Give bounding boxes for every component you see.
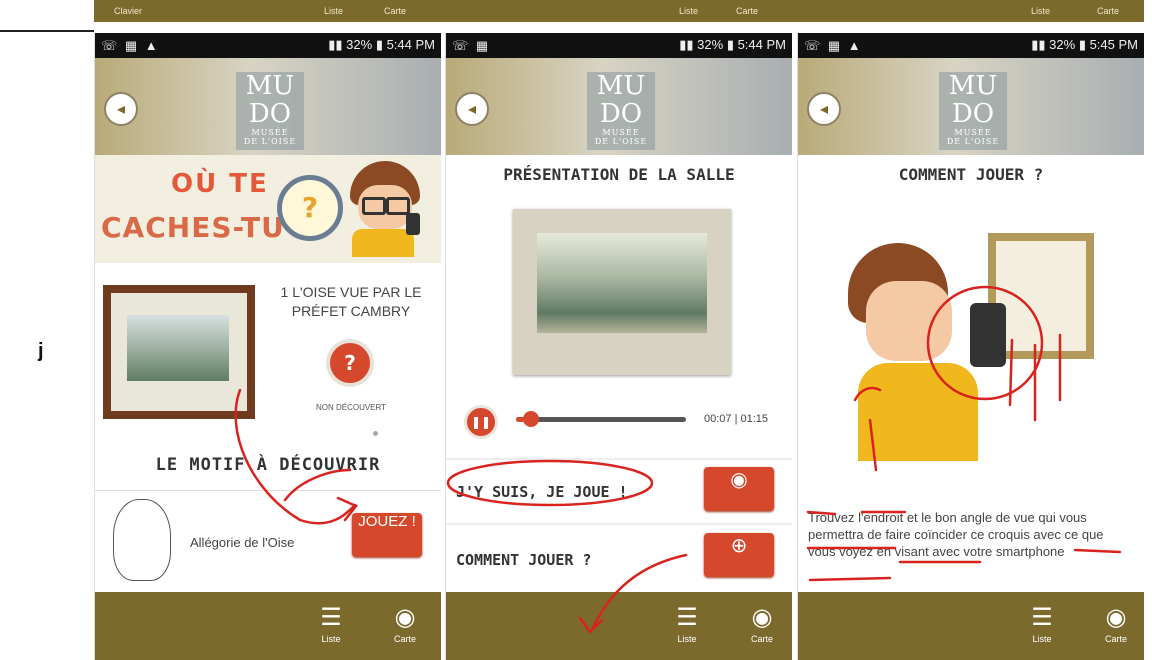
list-label: Liste	[677, 634, 697, 644]
motif-divider	[95, 490, 441, 491]
boy-character-illustration	[340, 161, 430, 257]
status-time: ▮▮ 32% ▮ 5:44 PM	[328, 37, 435, 52]
banner-title-line2: CACHES-TU	[101, 211, 285, 244]
page-title: PRÉSENTATION DE LA SALLE	[503, 165, 735, 184]
bottom-nav: ☰ Liste ◉ Carte	[446, 592, 792, 660]
motif-sketch	[113, 499, 171, 581]
status-icons: ☏ ▦	[452, 38, 491, 53]
mudo-logo: MU DO MUSÉE DE L'OISE	[236, 72, 304, 150]
strip-liste-1: Liste	[324, 6, 344, 16]
list-nav-button[interactable]: ☰ Liste	[311, 604, 351, 644]
play-here-button[interactable]: ◉	[704, 467, 774, 511]
divider-2	[446, 523, 792, 525]
back-arrow-icon[interactable]: ◂	[455, 92, 489, 126]
how-to-play-illustration	[838, 223, 1098, 463]
bottom-nav: ☰ Liste ◉ Carte	[95, 592, 441, 660]
motif-section-title: LE MOTIF À DÉCOUVRIR	[155, 455, 381, 475]
banner-title-line1: OÙ TE	[171, 169, 269, 199]
scan-divider-line	[0, 30, 94, 32]
map-label: Carte	[393, 634, 416, 644]
audio-progress-track[interactable]	[516, 411, 686, 427]
page-title: COMMENT JOUER ?	[898, 165, 1044, 184]
pause-button[interactable]: ❚❚	[464, 405, 498, 439]
app-header: ◂ MU DO MUSÉE DE L'OISE	[95, 58, 441, 155]
list-icon: ☰	[320, 603, 342, 631]
mudo-logo: MU DO MUSÉE DE L'OISE	[587, 72, 655, 150]
audio-progress-thumb[interactable]	[523, 411, 540, 427]
play-button[interactable]: JOUEZ !	[352, 513, 422, 557]
map-pin-icon: ◉	[1105, 603, 1127, 631]
figure-letter: j	[38, 340, 44, 362]
screen-room-presentation: ☏ ▦ ▮▮ 32% ▮ 5:44 PM ◂ MU DO MUSÉE DE L'…	[445, 33, 792, 660]
pager-dot	[373, 431, 378, 436]
strip-liste-3: Liste	[1031, 6, 1051, 16]
how-to-play-label[interactable]: COMMENT JOUER ?	[456, 551, 591, 569]
list-label: Liste	[321, 634, 341, 644]
audio-time: 00:07 | 01:15	[704, 413, 769, 425]
map-nav-button[interactable]: ◉ Carte	[385, 604, 425, 644]
status-bar: ☏ ▦ ▲ ▮▮ 32% ▮ 5:44 PM	[95, 33, 441, 58]
strip-carte-1: Carte	[384, 6, 407, 16]
screen-room-overview: ☏ ▦ ▲ ▮▮ 32% ▮ 5:44 PM ◂ MU DO MUSÉE DE …	[94, 33, 441, 660]
list-icon: ☰	[676, 603, 698, 631]
mudo-logo: MU DO MUSÉE DE L'OISE	[939, 72, 1007, 150]
map-label: Carte	[1104, 634, 1127, 644]
camera-lens-icon: ◉	[730, 467, 748, 491]
status-time: ▮▮ 32% ▮ 5:44 PM	[679, 37, 786, 52]
discovery-status: NON DÉCOUVERT	[315, 403, 387, 412]
back-arrow-icon[interactable]: ◂	[104, 92, 138, 126]
bottom-nav: ☰ Liste ◉ Carte	[798, 592, 1144, 660]
status-time: ▮▮ 32% ▮ 5:45 PM	[1031, 37, 1138, 52]
motif-name: Allégorie de l'Oise	[190, 535, 295, 550]
artwork-image	[513, 209, 731, 375]
app-header: ◂ MU DO MUSÉE DE L'OISE	[798, 58, 1144, 155]
strip-carte-3: Carte	[1097, 6, 1120, 16]
map-pin-icon: ◉	[751, 603, 773, 631]
screen-how-to-play: ☏ ▦ ▲ ▮▮ 32% ▮ 5:45 PM ◂ MU DO MUSÉE DE …	[797, 33, 1144, 660]
play-here-label[interactable]: J'Y SUIS, JE JOUE !	[456, 483, 628, 501]
status-icons: ☏ ▦ ▲	[101, 38, 160, 53]
list-nav-button[interactable]: ☰ Liste	[667, 604, 707, 644]
map-nav-button[interactable]: ◉ Carte	[742, 604, 782, 644]
magnifier-icon: ?	[277, 175, 343, 241]
map-pin-icon: ◉	[394, 603, 416, 631]
strip-carte-2: Carte	[736, 6, 759, 16]
instructions-text: Trouvez l'endroit et le bon angle de vue…	[808, 510, 1104, 559]
status-bar: ☏ ▦ ▮▮ 32% ▮ 5:44 PM	[446, 33, 792, 58]
back-arrow-icon[interactable]: ◂	[807, 92, 841, 126]
status-bar: ☏ ▦ ▲ ▮▮ 32% ▮ 5:45 PM	[798, 33, 1144, 58]
list-nav-button[interactable]: ☰ Liste	[1022, 604, 1062, 644]
strip-liste-2: Liste	[679, 6, 699, 16]
how-to-play-button[interactable]: ⊕	[704, 533, 774, 577]
lifebuoy-icon: ⊕	[730, 533, 748, 557]
undiscovered-question-icon[interactable]: ?	[326, 339, 374, 387]
divider-1	[446, 458, 792, 460]
room-title: 1 L'OISE VUE PAR LE PRÉFET CAMBRY	[280, 284, 422, 319]
map-label: Carte	[750, 634, 773, 644]
status-icons: ☏ ▦ ▲	[804, 38, 863, 53]
strip-clavier: Clavier	[114, 6, 143, 16]
previous-footer-strip: Clavier Liste Carte Liste Carte Liste Ca…	[94, 0, 1144, 22]
list-icon: ☰	[1031, 603, 1053, 631]
map-nav-button[interactable]: ◉ Carte	[1096, 604, 1136, 644]
game-banner: OÙ TE CACHES-TU ?	[95, 155, 441, 263]
app-header: ◂ MU DO MUSÉE DE L'OISE	[446, 58, 792, 155]
painting-thumbnail[interactable]	[103, 285, 255, 419]
list-label: Liste	[1032, 634, 1052, 644]
